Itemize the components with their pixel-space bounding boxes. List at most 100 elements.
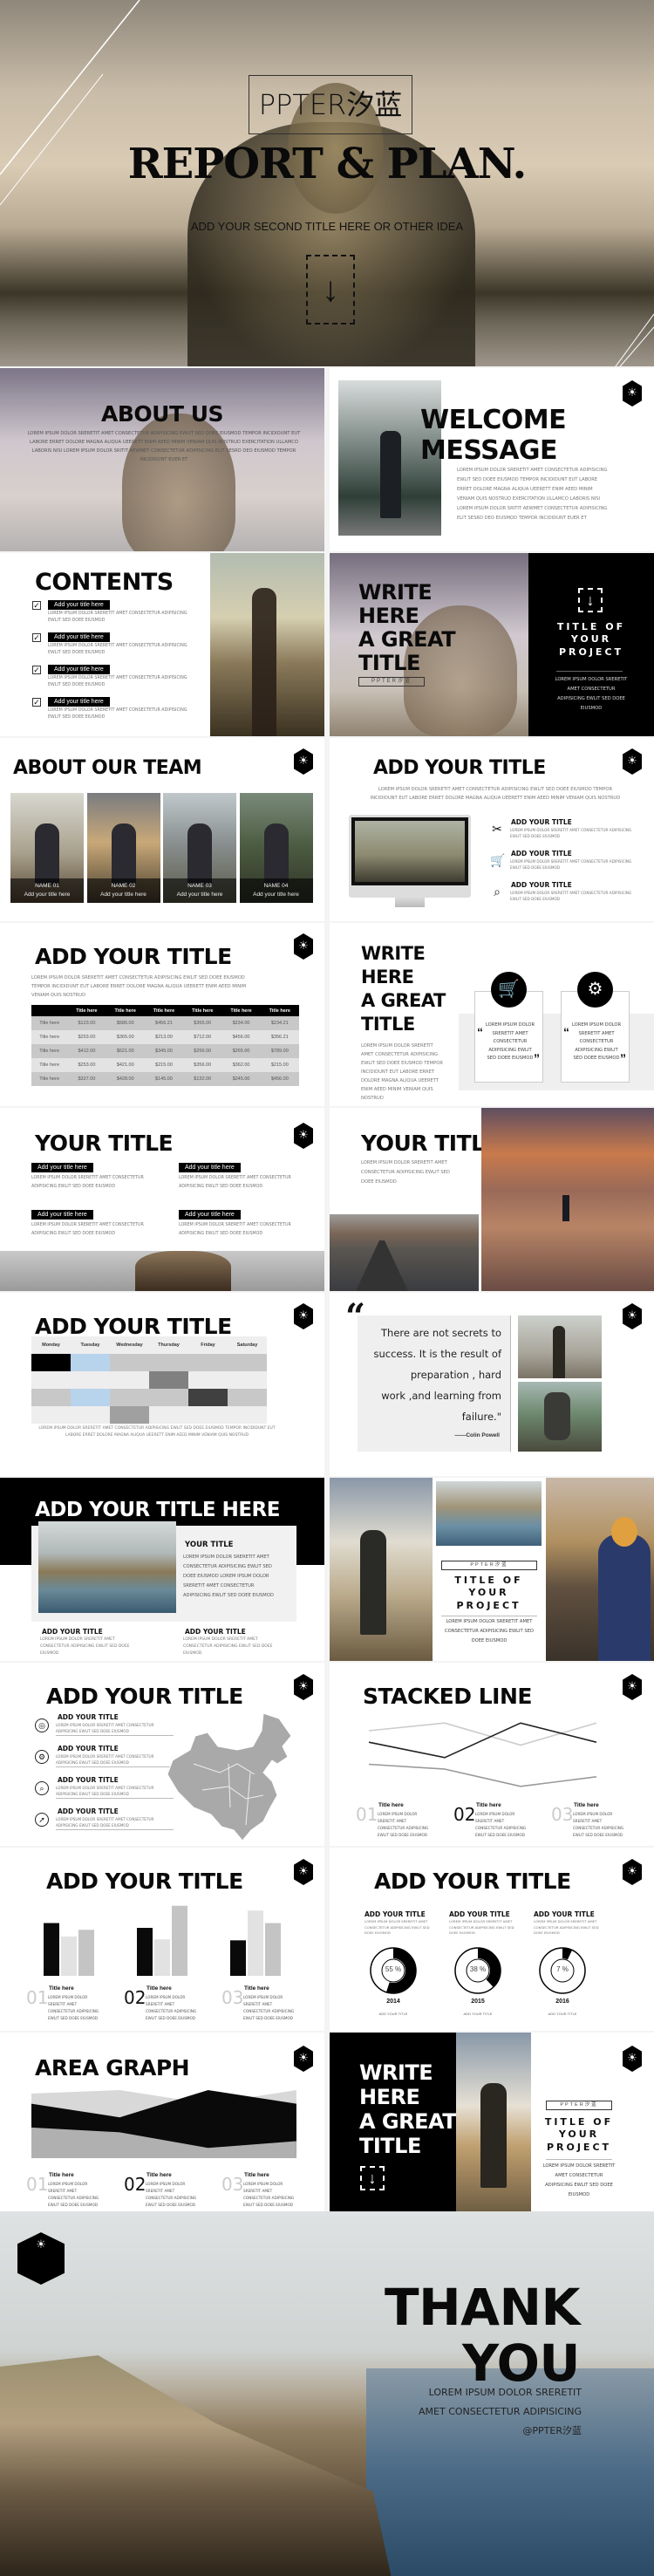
day-label: Tuesday [80,1343,100,1348]
slide-schedule: ADD YOUR TITLE Monday Tuesday Wednesday Thu… [0,1293,324,1476]
checkbox-icon[interactable]: ✓ [32,698,41,707]
sun-hex-icon [623,1303,642,1329]
thank-you-text: LOREM IPSUM DOLOR SRERETIT AMET CONSECTET… [419,2383,582,2441]
dashed-arrow-down-icon[interactable] [578,588,603,612]
schedule-cell[interactable] [149,1389,188,1406]
schedule-cell[interactable] [31,1389,71,1406]
checkbox-icon[interactable]: ✓ [32,633,41,642]
search-icon: ⌕ [35,1781,49,1795]
step-text: LOREM IPSUM DOLOR SRERETIT AMET CONSECTE… [475,1812,527,1837]
slide-title-here: ADD YOUR TITLE HERE YOUR TITLE LOREM IPS… [0,1478,324,1661]
table-row: Title here $412.00 $621.00 $345.00 $256.00 $2… [31,1044,299,1058]
features-title: ADD YOUR TITLE [373,757,546,779]
checkbox-icon[interactable]: ✓ [32,666,41,674]
table-cell: $215.00 [155,1063,173,1068]
schedule-cell[interactable] [71,1389,110,1406]
step-text: LOREM IPSUM DOLOR SRERETIT AMET CONSECTE… [48,1995,99,2020]
table-cell: $132.00 [194,1076,212,1082]
dashed-arrow-down-icon[interactable] [306,255,355,325]
table-header-cell: Title here [269,1008,290,1014]
thank-you-title: THANK YOU [385,2279,580,2391]
schedule-cell[interactable] [228,1389,267,1406]
about-title: ABOUT US [100,401,224,427]
table-cell: $456.00 [232,1035,250,1040]
schedule-cell[interactable] [110,1389,149,1406]
sun-hex-icon [294,1123,313,1149]
schedule-cell[interactable] [71,1354,110,1371]
member-role: Add your title here [100,892,146,898]
sun-hex-icon [623,748,642,775]
schedule-cell[interactable] [228,1354,267,1371]
schedule-cell[interactable] [149,1406,188,1424]
schedule-cell[interactable] [31,1354,71,1371]
team-member-card[interactable]: NAME 03 Add your title here [163,793,236,903]
bar [172,1905,187,1976]
china-map[interactable] [167,1712,298,1842]
schedule-cell[interactable] [188,1354,228,1371]
table-cell: Title here [39,1063,60,1068]
item-text: LOREM IPSUM DOLOR SRERETIT AMET CONSECTE… [40,1637,130,1656]
schedule-cell[interactable] [71,1406,110,1424]
schedule-cell[interactable] [110,1371,149,1389]
schedule-cell[interactable] [31,1371,71,1389]
item-title: ADD YOUR TITLE [185,1628,246,1636]
item-label[interactable]: Add your title here [179,1210,241,1220]
quote-line: There are not secrets to [381,1327,501,1339]
table-cell: $245.00 [232,1076,250,1082]
contents-item-text: LOREM IPSUM DOLOR SRERETIT AMET CONSECTE… [48,644,187,655]
table-cell: $123.00 [78,1021,96,1026]
schedule-cell[interactable] [110,1406,149,1424]
title-here: ADD YOUR TITLE HERE [35,1499,280,1521]
slide-your-title-a: YOUR TITLE Add your title here LOREM IPSU… [0,1108,324,1291]
schedule-cell[interactable] [31,1406,71,1424]
slide-features: ADD YOUR TITLE LOREM IPSUM DOLOR SRERETI… [330,738,654,921]
contents-item-label[interactable]: Add your title here [48,665,110,674]
team-member-card[interactable]: NAME 01 Add your title here [10,793,84,903]
item-label[interactable]: Add your title here [31,1210,93,1220]
donut-year: 2014 [386,1999,400,2005]
title-line: TITLE OF [556,621,626,632]
schedule-cell[interactable] [228,1406,267,1424]
table-cell: $345.00 [155,1049,173,1054]
item-label[interactable]: Add your title here [179,1163,241,1172]
slide-quote-cards: WRITE HERE A GREAT TITLE LOREM IPSUM DOLOR … [330,923,654,1106]
contents-item-label[interactable]: Add your title here [48,697,110,707]
schedule-cell[interactable] [228,1371,267,1389]
schedule-cell[interactable] [188,1371,228,1389]
dashed-arrow-down-icon[interactable] [360,2166,385,2190]
slide-stacked-line: STACKED LINE 01Title hereLOREM IPSUM DOL… [330,1663,654,1846]
team-member-card[interactable]: NAME 02 Add your title here [86,793,160,903]
bar [154,1939,170,1976]
contents-item-label[interactable]: Add your title here [48,632,110,642]
schedule-cell[interactable] [71,1371,110,1389]
schedule-cell[interactable] [149,1354,188,1371]
schedule-cell[interactable] [188,1406,228,1424]
feature-title: ADD YOUR TITLE [511,818,572,826]
cover-subtitle: ADD YOUR SECOND TITLE HERE OR OTHER IDEA [190,220,464,233]
quote-box: There are not secrets to success. It is t… [358,1315,511,1452]
step-text: LOREM IPSUM DOLOR SRERETIT AMET CONSECTE… [48,2182,99,2207]
table-header-cell: Title here [192,1008,214,1014]
sun-hex-icon [623,2046,642,2072]
item-label[interactable]: Add your title here [31,1163,93,1172]
project-text: LOREM IPSUM DOLOR SRERETIT AMET CONSECTE… [445,1619,534,1643]
compass-needle-icon: ➚ [35,1813,49,1827]
team-member-card[interactable]: NAME 04 Add your title here [239,793,313,903]
item-text: LOREM IPSUM DOLOR SRERETIT AMET CONSECTE… [179,1176,291,1189]
table-cell: $421.00 [116,1063,134,1068]
great-title: WRITE HERE A GREAT TITLE [361,942,446,1036]
schedule-cell[interactable] [110,1354,149,1371]
schedule-row [31,1371,267,1389]
title-line: HERE [361,967,414,987]
table-row: Title here $123.00 $586.00 $456.21 $355.00 $2… [31,1016,299,1030]
schedule-cell[interactable] [149,1371,188,1389]
hiker-photo [456,2033,531,2216]
sun-hex-icon [623,1859,642,1885]
checkbox-icon[interactable]: ✓ [32,601,41,610]
schedule-cell[interactable] [188,1389,228,1406]
project-text: LOREM IPSUM DOLOR SRERETIT AMET CONSECTE… [555,677,628,711]
donut-label: 55 % [385,1965,402,1973]
quote-line: work ,and learning from [381,1390,501,1402]
contents-item-label[interactable]: Add your title here [48,600,110,610]
step-text: LOREM IPSUM DOLOR SRERETIT AMET CONSECTE… [146,1995,197,2020]
